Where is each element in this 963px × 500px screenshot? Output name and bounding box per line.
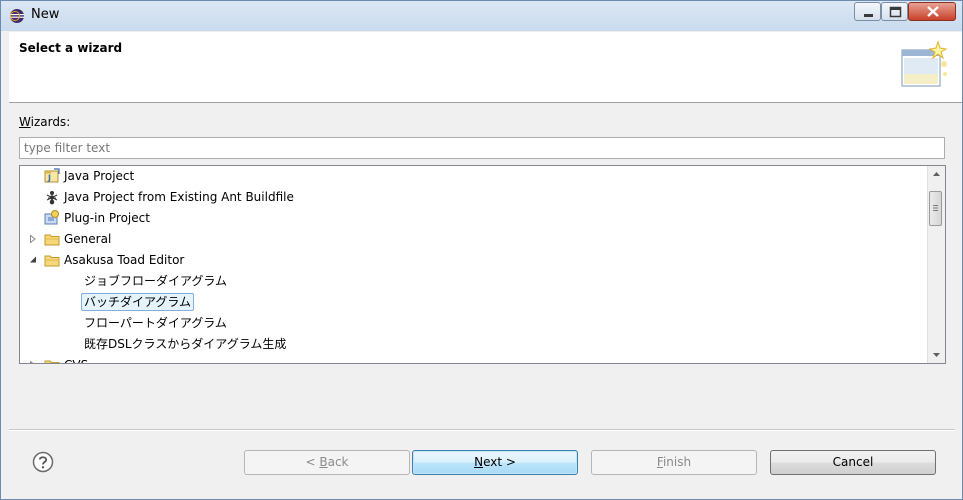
maximize-button[interactable] [881,2,908,21]
tree-item[interactable]: Java Project from Existing Ant Buildfile [20,187,925,207]
folder-icon [44,255,60,267]
close-button[interactable] [908,2,956,21]
tree-item-label: 既存DSLクラスからダイアグラム生成 [84,337,287,351]
wizard-header: Select a wizard [9,32,962,103]
tree-item-label: CVS [64,355,88,363]
tree-item-label: Java Project from Existing Ant Buildfile [64,190,294,204]
folder-icon [44,360,60,363]
close-icon [927,6,939,17]
wizards-label-mnemonic: W [19,115,31,129]
eclipse-icon [10,9,24,23]
filter-input[interactable] [19,137,945,159]
wizards-label-text: izards: [30,115,71,129]
wizard-tree[interactable]: J Java Project Java Project from Existing … [19,165,946,364]
back-button[interactable]: < Back [244,450,410,475]
tree-item[interactable]: J Java Project [20,166,925,186]
window-title: New [31,7,60,22]
java-project-icon: J [44,168,60,183]
header-title: Select a wizard [19,41,123,55]
back-button-prefix: < [305,455,320,469]
ant-icon [46,191,58,205]
new-wizard-dialog: New Select a wizard Wizards: J Java Proje… [0,0,963,500]
cancel-button[interactable]: Cancel [770,450,936,475]
wizard-banner-icon [901,40,948,87]
next-button-mnemonic: N [474,455,484,469]
expanded-triangle-icon[interactable] [29,256,37,264]
wizards-label: Wizards: [19,115,70,129]
tree-item[interactable]: バッチダイアグラム [20,292,925,312]
tree-item-label: Java Project [64,169,135,183]
maximize-icon [889,6,902,18]
scroll-up-arrow-icon[interactable] [928,166,945,183]
collapsed-triangle-icon[interactable] [29,235,37,243]
finish-button[interactable]: Finish [591,450,757,475]
back-button-label: ack [327,455,349,469]
cancel-button-label: Cancel [832,455,874,469]
minimize-icon [864,14,873,17]
tree-item-label: バッチダイアグラム [81,293,195,311]
help-icon[interactable] [32,451,54,473]
tree-item-label: フローパートダイアグラム [84,316,227,330]
back-button-mnemonic: B [319,455,328,469]
plugin-project-icon [44,210,59,225]
tree-item-label: General [64,232,112,246]
tree-item[interactable]: Plug-in Project [20,208,925,228]
tree-item[interactable]: 既存DSLクラスからダイアグラム生成 [20,334,925,354]
button-bar-separator [9,429,955,431]
scroll-down-arrow-icon[interactable] [928,346,945,363]
tree-item[interactable]: General [20,229,925,249]
minimize-button[interactable] [854,2,881,21]
tree-item[interactable]: ジョブフローダイアグラム [20,271,925,291]
collapsed-triangle-icon[interactable] [29,361,37,364]
tree-item[interactable]: フローパートダイアグラム [20,313,925,333]
finish-button-label: inish [662,455,692,469]
tree-item-label: Plug-in Project [64,211,150,225]
tree-item-label: Asakusa Toad Editor [64,253,185,267]
tree-item-label: ジョブフローダイアグラム [84,274,228,288]
tree-item[interactable]: Asakusa Toad Editor [20,250,925,270]
scrollbar-thumb[interactable] [929,191,942,226]
next-button-label: ext > [483,455,516,469]
vertical-scrollbar[interactable] [927,166,945,363]
title-bar[interactable]: New [1,1,962,31]
svg-text:J: J [47,174,51,183]
tree-item[interactable]: CVS [20,355,925,364]
folder-icon [44,234,60,246]
grip-icon [933,205,938,211]
next-button[interactable]: Next > [412,450,578,475]
